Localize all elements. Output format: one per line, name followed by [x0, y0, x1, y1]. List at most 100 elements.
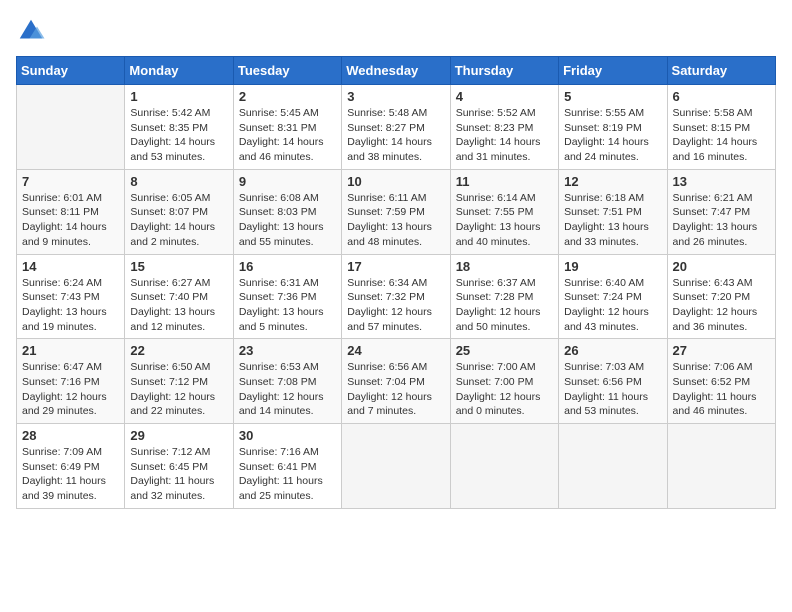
day-number: 23 [239, 343, 336, 358]
day-number: 14 [22, 259, 119, 274]
day-number: 2 [239, 89, 336, 104]
day-info: Sunrise: 6:14 AMSunset: 7:55 PMDaylight:… [456, 191, 553, 250]
day-number: 13 [673, 174, 770, 189]
calendar-week-1: 1Sunrise: 5:42 AMSunset: 8:35 PMDaylight… [17, 85, 776, 170]
calendar-week-5: 28 Sunrise: 7:09 AMSunset: 6:49 PMDayligh… [17, 424, 776, 509]
day-number: 17 [347, 259, 444, 274]
calendar-cell: 5 Sunrise: 5:55 AMSunset: 8:19 PMDaylight… [559, 85, 667, 170]
calendar-cell: 18 Sunrise: 6:37 AMSunset: 7:28 PMDayligh… [450, 254, 558, 339]
day-info: Sunrise: 6:34 AMSunset: 7:32 PMDaylight:… [347, 276, 444, 335]
calendar-cell: 12 Sunrise: 6:18 AMSunset: 7:51 PMDayligh… [559, 169, 667, 254]
calendar-cell: 17 Sunrise: 6:34 AMSunset: 7:32 PMDayligh… [342, 254, 450, 339]
calendar-cell: 11 Sunrise: 6:14 AMSunset: 7:55 PMDayligh… [450, 169, 558, 254]
day-number: 3 [347, 89, 444, 104]
calendar-cell [559, 424, 667, 509]
day-info: Sunrise: 6:27 AMSunset: 7:40 PMDaylight:… [130, 276, 227, 335]
day-number: 28 [22, 428, 119, 443]
day-number: 12 [564, 174, 661, 189]
day-number: 9 [239, 174, 336, 189]
day-info: Sunrise: 7:12 AMSunset: 6:45 PMDaylight:… [130, 445, 227, 504]
calendar-cell: 25 Sunrise: 7:00 AMSunset: 7:00 PMDayligh… [450, 339, 558, 424]
day-number: 21 [22, 343, 119, 358]
day-info: Sunrise: 7:00 AMSunset: 7:00 PMDaylight:… [456, 360, 553, 419]
day-number: 26 [564, 343, 661, 358]
calendar-cell [342, 424, 450, 509]
day-number: 25 [456, 343, 553, 358]
day-info: Sunrise: 6:50 AMSunset: 7:12 PMDaylight:… [130, 360, 227, 419]
header-friday: Friday [559, 57, 667, 85]
logo-icon [16, 16, 46, 46]
day-number: 18 [456, 259, 553, 274]
page-header [16, 16, 776, 46]
day-number: 8 [130, 174, 227, 189]
header-saturday: Saturday [667, 57, 775, 85]
day-info: Sunrise: 7:09 AMSunset: 6:49 PMDaylight:… [22, 445, 119, 504]
calendar-cell: 2 Sunrise: 5:45 AMSunset: 8:31 PMDaylight… [233, 85, 341, 170]
header-tuesday: Tuesday [233, 57, 341, 85]
day-number: 10 [347, 174, 444, 189]
day-info: Sunrise: 5:48 AMSunset: 8:27 PMDaylight:… [347, 106, 444, 165]
header-thursday: Thursday [450, 57, 558, 85]
day-info: Sunrise: 5:55 AMSunset: 8:19 PMDaylight:… [564, 106, 661, 165]
day-info: Sunrise: 6:43 AMSunset: 7:20 PMDaylight:… [673, 276, 770, 335]
day-info: Sunrise: 5:52 AMSunset: 8:23 PMDaylight:… [456, 106, 553, 165]
day-number: 5 [564, 89, 661, 104]
logo [16, 16, 50, 46]
day-number: 20 [673, 259, 770, 274]
calendar-cell: 24 Sunrise: 6:56 AMSunset: 7:04 PMDayligh… [342, 339, 450, 424]
day-number: 6 [673, 89, 770, 104]
day-info: Sunrise: 6:08 AMSunset: 8:03 PMDaylight:… [239, 191, 336, 250]
calendar-cell: 16Sunrise: 6:31 AMSunset: 7:36 PMDayligh… [233, 254, 341, 339]
day-info: Sunrise: 6:47 AMSunset: 7:16 PMDaylight:… [22, 360, 119, 419]
day-info: Sunrise: 5:45 AMSunset: 8:31 PMDaylight:… [239, 106, 336, 165]
calendar-cell: 1Sunrise: 5:42 AMSunset: 8:35 PMDaylight… [125, 85, 233, 170]
calendar-header-row: SundayMondayTuesdayWednesdayThursdayFrid… [17, 57, 776, 85]
calendar-cell: 15 Sunrise: 6:27 AMSunset: 7:40 PMDayligh… [125, 254, 233, 339]
calendar-cell: 21 Sunrise: 6:47 AMSunset: 7:16 PMDayligh… [17, 339, 125, 424]
calendar-cell: 6 Sunrise: 5:58 AMSunset: 8:15 PMDaylight… [667, 85, 775, 170]
calendar-cell: 13 Sunrise: 6:21 AMSunset: 7:47 PMDayligh… [667, 169, 775, 254]
day-info: Sunrise: 5:42 AMSunset: 8:35 PMDaylight:… [130, 106, 227, 165]
day-info: Sunrise: 7:16 AMSunset: 6:41 PMDaylight:… [239, 445, 336, 504]
day-number: 19 [564, 259, 661, 274]
calendar-cell: 3 Sunrise: 5:48 AMSunset: 8:27 PMDaylight… [342, 85, 450, 170]
calendar-cell [17, 85, 125, 170]
day-info: Sunrise: 7:06 AMSunset: 6:52 PMDaylight:… [673, 360, 770, 419]
calendar-cell: 4Sunrise: 5:52 AMSunset: 8:23 PMDaylight… [450, 85, 558, 170]
calendar-cell: 27Sunrise: 7:06 AMSunset: 6:52 PMDayligh… [667, 339, 775, 424]
calendar-cell: 8Sunrise: 6:05 AMSunset: 8:07 PMDaylight… [125, 169, 233, 254]
calendar-cell: 7Sunrise: 6:01 AMSunset: 8:11 PMDaylight… [17, 169, 125, 254]
day-info: Sunrise: 6:24 AMSunset: 7:43 PMDaylight:… [22, 276, 119, 335]
day-info: Sunrise: 6:18 AMSunset: 7:51 PMDaylight:… [564, 191, 661, 250]
calendar-week-2: 7Sunrise: 6:01 AMSunset: 8:11 PMDaylight… [17, 169, 776, 254]
day-info: Sunrise: 6:01 AMSunset: 8:11 PMDaylight:… [22, 191, 119, 250]
day-info: Sunrise: 6:11 AMSunset: 7:59 PMDaylight:… [347, 191, 444, 250]
calendar-cell [450, 424, 558, 509]
calendar-cell: 9 Sunrise: 6:08 AMSunset: 8:03 PMDaylight… [233, 169, 341, 254]
day-info: Sunrise: 7:03 AMSunset: 6:56 PMDaylight:… [564, 360, 661, 419]
day-info: Sunrise: 6:40 AMSunset: 7:24 PMDaylight:… [564, 276, 661, 335]
day-info: Sunrise: 6:31 AMSunset: 7:36 PMDaylight:… [239, 276, 336, 335]
day-info: Sunrise: 5:58 AMSunset: 8:15 PMDaylight:… [673, 106, 770, 165]
header-wednesday: Wednesday [342, 57, 450, 85]
header-monday: Monday [125, 57, 233, 85]
day-info: Sunrise: 6:56 AMSunset: 7:04 PMDaylight:… [347, 360, 444, 419]
day-number: 30 [239, 428, 336, 443]
day-number: 24 [347, 343, 444, 358]
calendar-cell: 29 Sunrise: 7:12 AMSunset: 6:45 PMDayligh… [125, 424, 233, 509]
calendar-table: SundayMondayTuesdayWednesdayThursdayFrid… [16, 56, 776, 509]
day-number: 11 [456, 174, 553, 189]
day-info: Sunrise: 6:53 AMSunset: 7:08 PMDaylight:… [239, 360, 336, 419]
calendar-cell: 23 Sunrise: 6:53 AMSunset: 7:08 PMDayligh… [233, 339, 341, 424]
header-sunday: Sunday [17, 57, 125, 85]
calendar-cell: 19 Sunrise: 6:40 AMSunset: 7:24 PMDayligh… [559, 254, 667, 339]
calendar-cell: 22 Sunrise: 6:50 AMSunset: 7:12 PMDayligh… [125, 339, 233, 424]
calendar-cell: 28 Sunrise: 7:09 AMSunset: 6:49 PMDayligh… [17, 424, 125, 509]
day-info: Sunrise: 6:37 AMSunset: 7:28 PMDaylight:… [456, 276, 553, 335]
calendar-cell: 26 Sunrise: 7:03 AMSunset: 6:56 PMDayligh… [559, 339, 667, 424]
day-number: 29 [130, 428, 227, 443]
day-number: 15 [130, 259, 227, 274]
calendar-cell: 10 Sunrise: 6:11 AMSunset: 7:59 PMDayligh… [342, 169, 450, 254]
day-number: 22 [130, 343, 227, 358]
day-info: Sunrise: 6:21 AMSunset: 7:47 PMDaylight:… [673, 191, 770, 250]
